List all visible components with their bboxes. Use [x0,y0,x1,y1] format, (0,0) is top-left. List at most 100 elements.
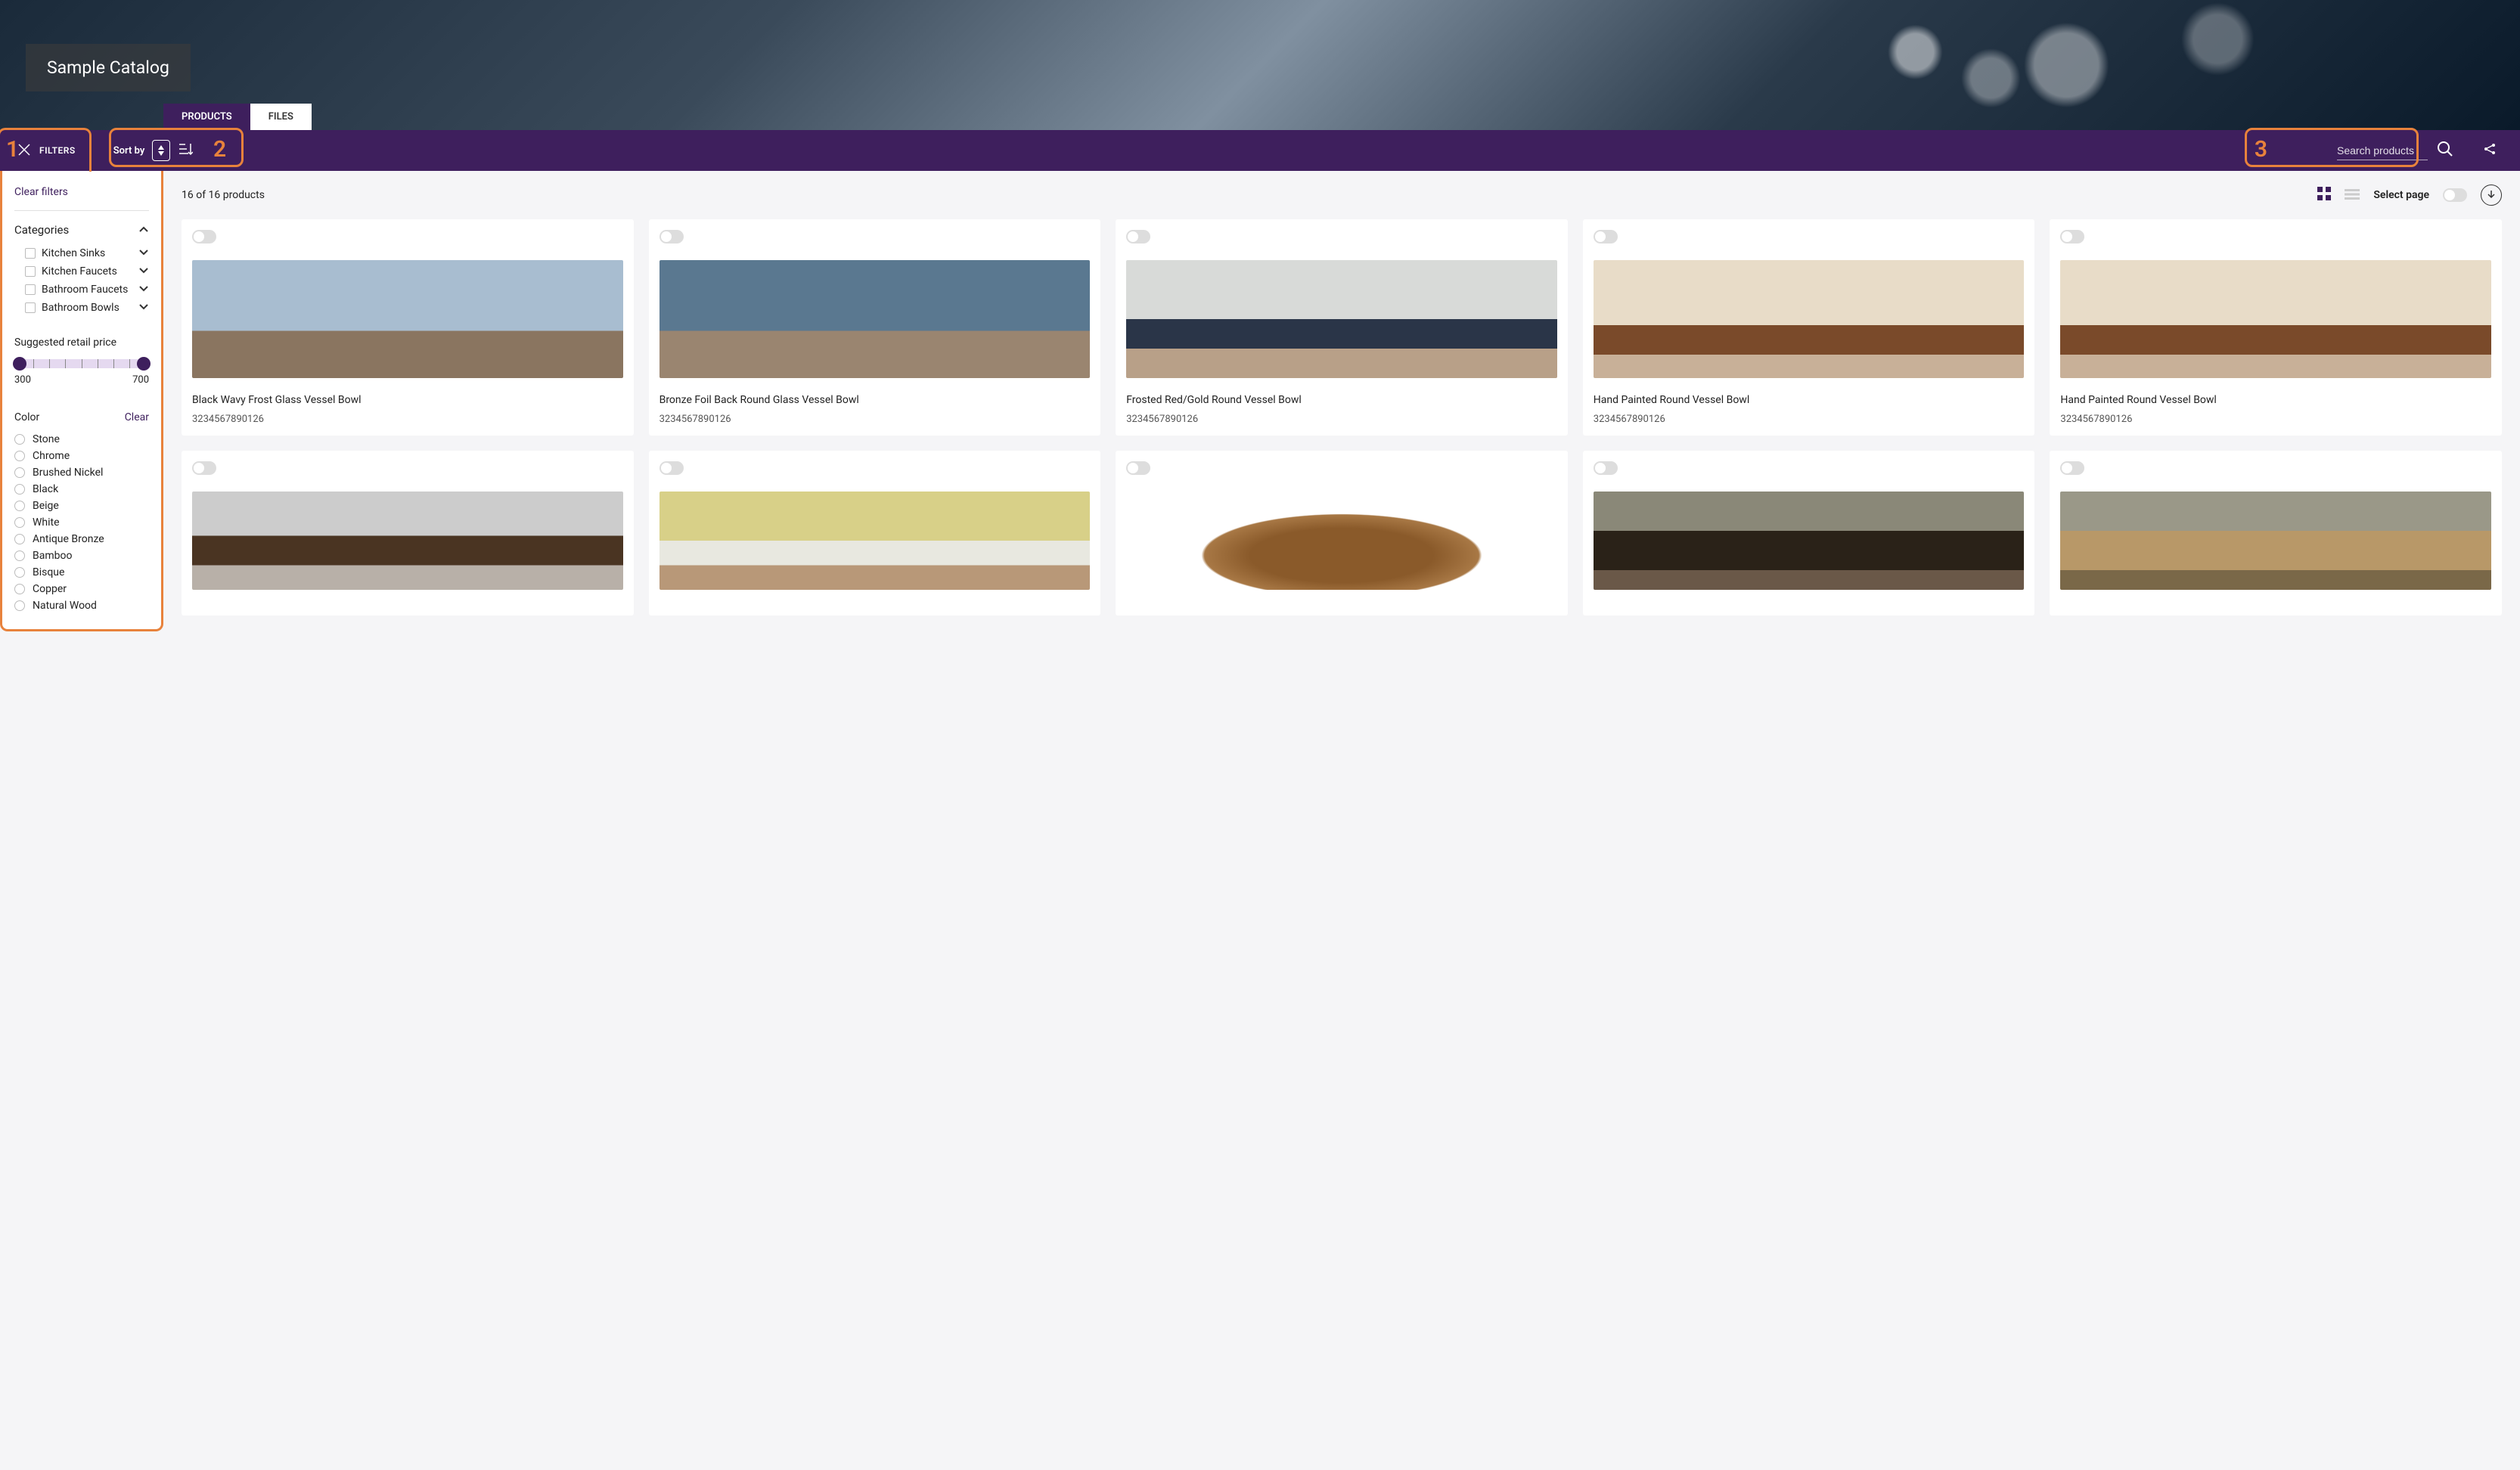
color-name: Natural Wood [33,600,97,612]
product-image [1594,492,2025,590]
filters-toggle[interactable]: FILTERS [9,142,83,160]
search-icon[interactable] [2437,141,2453,160]
product-title: Bronze Foil Back Round Glass Vessel Bowl [659,393,1091,408]
sort-by-control[interactable]: Sort by [113,140,194,161]
product-card[interactable] [2050,451,2502,616]
category-label: Kitchen Faucets [42,265,117,278]
price-slider-max-handle[interactable] [137,357,151,371]
callout-2-num: 2 [213,136,226,163]
checkbox-icon[interactable] [25,266,36,277]
radio-icon[interactable] [14,484,25,495]
radio-icon[interactable] [14,501,25,511]
chevron-down-icon [138,302,149,314]
product-image [2060,492,2491,590]
search-box [2337,141,2453,160]
radio-icon[interactable] [14,567,25,578]
search-input[interactable] [2337,141,2428,160]
category-item[interactable]: Bathroom Faucets [14,281,149,299]
color-option[interactable]: Bamboo [14,547,149,564]
product-card[interactable] [1116,451,1568,616]
category-item[interactable]: Bathroom Bowls [14,299,149,317]
color-name: White [33,516,60,529]
color-name: Chrome [33,450,70,462]
share-icon[interactable] [2484,143,2496,158]
clear-filters-link[interactable]: Clear filters [14,186,149,211]
color-option[interactable]: Brushed Nickel [14,464,149,481]
color-option[interactable]: Stone [14,431,149,448]
color-option[interactable]: Antique Bronze [14,531,149,547]
product-select-toggle[interactable] [659,461,684,475]
product-sku: 3234567890126 [1126,414,1557,425]
color-option[interactable]: Black [14,481,149,498]
radio-icon[interactable] [14,534,25,544]
product-card[interactable]: Frosted Red/Gold Round Vessel Bowl323456… [1116,219,1568,436]
price-slider-min-handle[interactable] [13,357,26,371]
radio-icon[interactable] [14,550,25,561]
checkbox-icon[interactable] [25,284,36,295]
color-option[interactable]: Beige [14,498,149,514]
product-grid: Black Wavy Frost Glass Vessel Bowl323456… [182,219,2502,616]
price-label: Suggested retail price [14,336,149,349]
checkbox-icon[interactable] [25,302,36,313]
price-slider[interactable] [17,359,146,368]
radio-icon[interactable] [14,584,25,594]
color-option[interactable]: Chrome [14,448,149,464]
list-view-icon[interactable] [2345,188,2360,203]
radio-icon[interactable] [14,517,25,528]
select-page-label: Select page [2373,189,2429,201]
product-image [2060,260,2491,378]
product-sku: 3234567890126 [192,414,623,425]
radio-icon[interactable] [14,451,25,461]
product-card[interactable] [1583,451,2035,616]
radio-icon[interactable] [14,600,25,611]
product-card[interactable]: Hand Painted Round Vessel Bowl3234567890… [2050,219,2502,436]
product-select-toggle[interactable] [2060,230,2084,243]
color-option[interactable]: White [14,514,149,531]
radio-icon[interactable] [14,467,25,478]
product-card[interactable] [649,451,1101,616]
price-max: 700 [132,374,149,386]
grid-view-icon[interactable] [2317,187,2331,203]
product-sku: 3234567890126 [2060,414,2491,425]
color-name: Copper [33,583,67,595]
callout-1-num: 1 [6,136,19,163]
color-name: Stone [33,433,60,445]
product-card[interactable]: Hand Painted Round Vessel Bowl3234567890… [1583,219,2035,436]
color-name: Antique Bronze [33,533,104,545]
product-select-toggle[interactable] [1594,461,1618,475]
toolbar: FILTERS Sort by 1 2 3 [0,130,2520,171]
checkbox-icon[interactable] [25,248,36,259]
product-select-toggle[interactable] [2060,461,2084,475]
color-option[interactable]: Copper [14,581,149,597]
category-item[interactable]: Kitchen Sinks [14,244,149,262]
hero-splash-art [1008,0,2520,130]
catalog-tabs: PRODUCTS FILES [163,104,312,130]
color-name: Bamboo [33,550,72,562]
categories-header[interactable]: Categories [14,223,149,237]
category-item[interactable]: Kitchen Faucets [14,262,149,281]
product-select-toggle[interactable] [192,461,216,475]
product-card[interactable]: Bronze Foil Back Round Glass Vessel Bowl… [649,219,1101,436]
tab-files[interactable]: FILES [250,104,312,130]
product-card[interactable]: Black Wavy Frost Glass Vessel Bowl323456… [182,219,634,436]
tab-products[interactable]: PRODUCTS [163,104,250,130]
price-filter: Suggested retail price 300 700 [14,336,149,386]
categories-label: Categories [14,223,69,237]
product-card[interactable] [182,451,634,616]
product-sku: 3234567890126 [659,414,1091,425]
color-option[interactable]: Natural Wood [14,597,149,614]
product-select-toggle[interactable] [1126,230,1150,243]
chevron-down-icon [138,265,149,278]
product-select-toggle[interactable] [192,230,216,243]
color-clear-link[interactable]: Clear [125,411,149,423]
radio-icon[interactable] [14,434,25,445]
select-page-toggle[interactable] [2443,188,2467,202]
product-select-toggle[interactable] [659,230,684,243]
product-image [659,492,1091,590]
color-option[interactable]: Bisque [14,564,149,581]
product-image [1126,492,1557,590]
download-button[interactable] [2481,185,2502,206]
product-image [192,260,623,378]
product-select-toggle[interactable] [1594,230,1618,243]
product-select-toggle[interactable] [1126,461,1150,475]
